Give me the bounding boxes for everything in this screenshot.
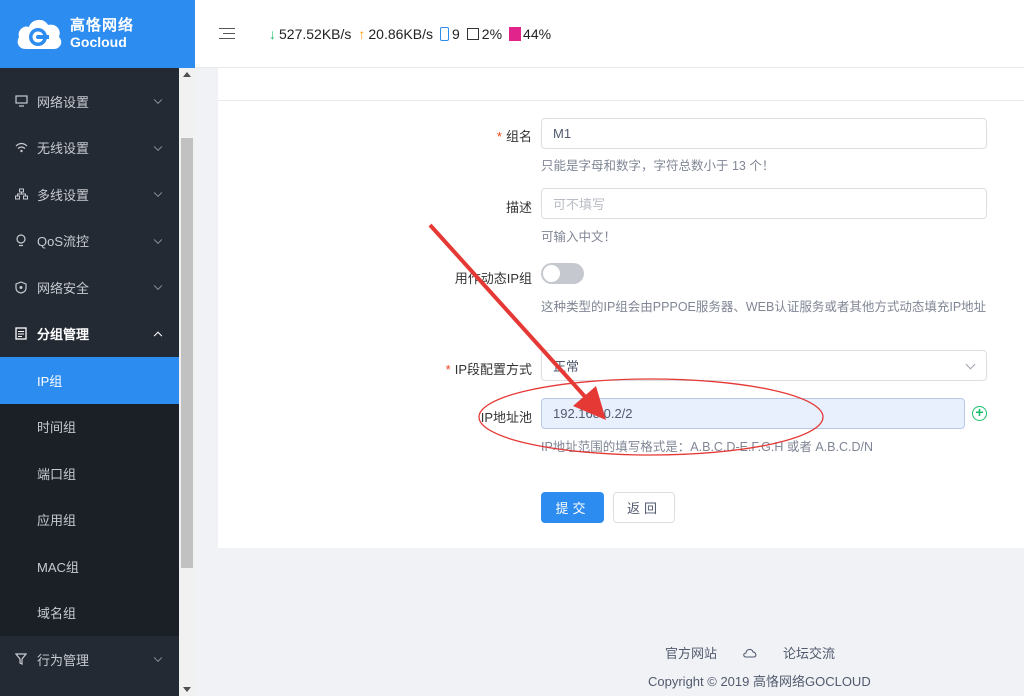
- group-name-label: * 组名: [496, 129, 532, 144]
- submit-button[interactable]: 提交: [541, 492, 604, 523]
- sidebar-item-qos[interactable]: QoS流控: [0, 218, 179, 265]
- sidebar-scrollbar[interactable]: [179, 68, 195, 696]
- sidebar-item-behavior[interactable]: 行为管理: [0, 636, 179, 683]
- scrollbar-thumb[interactable]: [181, 138, 193, 568]
- arrow-up-icon: ↑: [358, 25, 366, 42]
- forum-link[interactable]: 论坛交流: [783, 643, 835, 662]
- scroll-down-icon[interactable]: [183, 687, 191, 692]
- arrow-down-icon: ↓: [269, 25, 276, 42]
- ip-pool-label: IP地址池: [480, 410, 532, 425]
- scroll-up-icon[interactable]: [183, 72, 191, 77]
- sidebar: 网络设置 无线设置 多线设置 QoS流控 网络安全 分组管理 IP组 时间组 端…: [0, 68, 179, 696]
- wifi-icon: [14, 141, 28, 155]
- chevron-down-icon: [153, 188, 163, 198]
- sidebar-item-wireless[interactable]: 无线设置: [0, 125, 179, 172]
- phone-icon: [440, 26, 449, 41]
- dynamic-ip-toggle[interactable]: [541, 263, 584, 284]
- ip-pool-input[interactable]: 192.168.0.2/2: [541, 398, 965, 429]
- ip-pool-hint: IP地址范围的填写格式是：A.B.C.D-E.F.G.H 或者 A.B.C.D/…: [541, 440, 873, 454]
- ip-mode-label: * IP段配置方式: [445, 362, 532, 377]
- menu-collapse-icon[interactable]: [219, 27, 235, 41]
- chevron-down-icon: [153, 653, 163, 663]
- dynamic-ip-label: 用作动态IP组: [454, 271, 532, 286]
- chevron-down-icon: [153, 95, 163, 105]
- chevron-up-icon: [153, 331, 163, 340]
- required-asterisk: *: [496, 129, 502, 144]
- brand-name-cn: 高恪网络: [70, 17, 135, 34]
- memory-icon: [509, 26, 522, 41]
- sidebar-item-group-management[interactable]: 分组管理: [0, 311, 179, 358]
- sidebar-subitem-ip-group[interactable]: IP组: [0, 357, 179, 404]
- add-pool-icon[interactable]: +: [972, 405, 987, 421]
- download-speed: ↓ 527.52KB/s: [269, 25, 352, 42]
- cpu-icon: [466, 27, 479, 40]
- description-label: 描述: [505, 200, 532, 215]
- cloud-icon: [743, 648, 757, 658]
- filter-icon: [14, 652, 28, 666]
- back-button[interactable]: 返回: [613, 492, 675, 523]
- ip-mode-select[interactable]: 正常: [541, 350, 987, 381]
- sidebar-subitem-mac-group[interactable]: MAC组: [0, 543, 179, 590]
- sidebar-subitem-time-group[interactable]: 时间组: [0, 404, 179, 451]
- required-asterisk: *: [445, 362, 451, 377]
- card-header: [218, 68, 1024, 101]
- memory-usage: 44%: [509, 26, 551, 42]
- upload-speed: ↑ 20.86KB/s: [358, 25, 433, 42]
- shield-icon: [14, 280, 28, 294]
- group-name-input[interactable]: M1: [541, 118, 987, 149]
- description-hint: 可输入中文！: [541, 230, 617, 244]
- device-count: 9: [440, 26, 460, 42]
- group-name-hint: 只能是字母和数字，字符总数小于 13 个！: [541, 159, 775, 173]
- network-icon: [14, 187, 28, 201]
- official-site-link[interactable]: 官方网站: [665, 643, 717, 662]
- sidebar-item-security[interactable]: 网络安全: [0, 264, 179, 311]
- sidebar-subitem-app-group[interactable]: 应用组: [0, 497, 179, 544]
- chevron-down-icon: [153, 142, 163, 151]
- description-input[interactable]: 可不填写: [541, 188, 987, 219]
- dynamic-ip-hint: 这种类型的IP组会由PPPOE服务器、WEB认证服务或者其他方式动态填充IP地址: [541, 300, 987, 314]
- group-icon: [14, 327, 28, 341]
- sidebar-item-network[interactable]: 网络设置: [0, 78, 179, 125]
- brand-name-en: Gocloud: [70, 34, 127, 50]
- cloud-logo-icon: [14, 15, 64, 53]
- sidebar-subitem-port-group[interactable]: 端口组: [0, 450, 179, 497]
- cpu-usage: 2%: [466, 26, 502, 42]
- sidebar-item-multiline[interactable]: 多线设置: [0, 171, 179, 218]
- toggle-knob: [543, 265, 560, 282]
- chevron-down-icon: [153, 281, 163, 291]
- submenu-group-management: IP组 时间组 端口组 应用组 MAC组 域名组: [0, 357, 179, 636]
- top-bar: ↓ 527.52KB/s ↑ 20.86KB/s 9 2% 44%: [195, 0, 1024, 68]
- sidebar-subitem-domain-group[interactable]: 域名组: [0, 590, 179, 637]
- chevron-down-icon: [153, 235, 163, 244]
- brand-logo[interactable]: 高恪网络 Gocloud: [0, 0, 195, 68]
- bulb-icon: [14, 234, 28, 248]
- copyright: Copyright © 2019 高恪网络GOCLOUD: [648, 674, 871, 689]
- monitor-icon: [14, 94, 28, 108]
- chevron-down-icon: [965, 359, 976, 370]
- footer: 官方网站 论坛交流 Copyright © 2019 高恪网络GOCLOUD: [218, 548, 1024, 696]
